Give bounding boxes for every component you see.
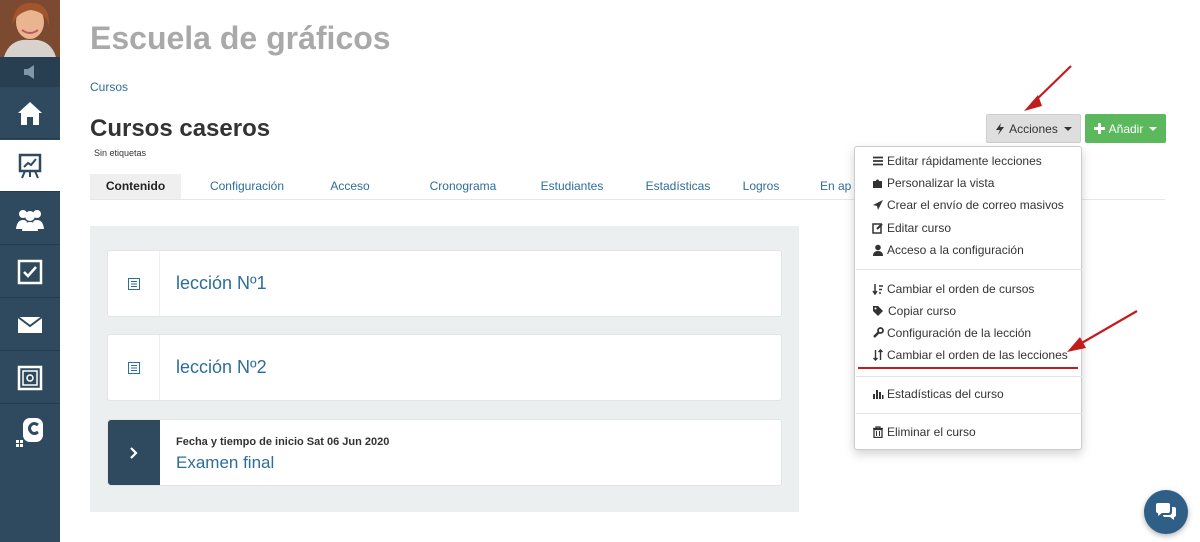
tags-icon — [873, 306, 883, 316]
chat-button[interactable] — [1144, 490, 1188, 534]
menu-item-label: Cambiar el orden de cursos — [887, 282, 1035, 296]
menu-item-label: Editar rápidamente lecciones — [887, 154, 1042, 168]
menu-item-customize-view[interactable]: Personalizar la vista — [872, 175, 994, 191]
avatar[interactable] — [0, 0, 60, 57]
menu-item-mass-mailing[interactable]: Crear el envío de correo masivos — [872, 197, 1064, 213]
chevron-right-icon — [130, 446, 138, 459]
menu-item-label: Cambiar el orden de las lecciones — [887, 348, 1068, 362]
lesson-icon-cell — [108, 251, 160, 316]
sidebar-item-courses[interactable] — [0, 140, 60, 192]
menu-item-delete-course[interactable]: Eliminar el curso — [872, 424, 976, 440]
safe-icon — [17, 365, 43, 390]
menu-item-label: Copiar curso — [888, 304, 957, 318]
bar-chart-icon — [873, 390, 884, 399]
menu-item-label: Personalizar la vista — [887, 176, 995, 190]
actions-dropdown-menu: Editar rápidamente lecciones Personaliza… — [854, 146, 1082, 450]
chat-bubbles-icon — [1156, 503, 1176, 520]
exam-expand-cell[interactable] — [108, 420, 160, 485]
actions-button[interactable]: Acciones — [986, 114, 1081, 143]
edit-icon — [872, 223, 883, 234]
document-list-icon — [127, 277, 140, 290]
add-button-label: Añadir — [1108, 121, 1144, 136]
lesson-card[interactable]: lección Nº2 — [107, 334, 782, 401]
annotation-underline — [858, 367, 1078, 369]
trash-icon — [873, 426, 883, 438]
add-button[interactable]: Añadir — [1085, 114, 1166, 143]
actions-button-label: Acciones — [1009, 121, 1058, 136]
menu-item-label: Estadísticas del curso — [887, 387, 1004, 401]
sidebar — [0, 0, 60, 542]
menu-item-edit-course[interactable]: Editar curso — [872, 220, 951, 236]
tab-estudiantes[interactable]: Estudiantes — [522, 174, 622, 199]
lesson-title[interactable]: lección Nº1 — [176, 273, 267, 294]
sidebar-item-mail[interactable] — [0, 299, 60, 351]
tab-estadisticas[interactable]: Estadísticas — [628, 174, 728, 199]
exam-start-date: Fecha y tiempo de inicio Sat 06 Jun 2020 — [176, 436, 390, 448]
tags-label: Sin etiquetas — [94, 148, 147, 158]
paper-plane-icon — [873, 200, 883, 210]
lesson-card[interactable]: lección Nº1 — [107, 250, 782, 317]
menu-item-reorder-courses[interactable]: Cambiar el orden de cursos — [872, 281, 1034, 297]
tab-logros[interactable]: Logros — [733, 174, 789, 199]
document-list-icon — [127, 361, 140, 374]
puzzle-icon — [873, 179, 882, 188]
list-icon — [873, 156, 883, 166]
school-title: Escuela de gráficos — [90, 20, 391, 56]
tab-contenido[interactable]: Contenido — [90, 174, 181, 199]
lesson-title[interactable]: lección Nº2 — [176, 357, 267, 378]
menu-item-course-statistics[interactable]: Estadísticas del curso — [872, 386, 1004, 402]
menu-item-label: Crear el envío de correo masivos — [887, 198, 1064, 212]
sidebar-item-users[interactable] — [0, 193, 60, 245]
tab-acceso[interactable]: Acceso — [322, 174, 378, 199]
sidebar-item-brand[interactable] — [0, 405, 60, 457]
menu-item-access-settings[interactable]: Acceso a la configuración — [872, 242, 1024, 258]
menu-item-lesson-settings[interactable]: Configuración de la lección — [872, 325, 1031, 341]
sidebar-item-home[interactable] — [0, 87, 60, 139]
sidebar-item-tasks[interactable] — [0, 246, 60, 298]
checkbox-icon — [17, 259, 43, 284]
wrench-icon — [873, 327, 884, 338]
tab-cronograma[interactable]: Cronograma — [410, 174, 516, 199]
exam-card[interactable]: Fecha y tiempo de inicio Sat 06 Jun 2020… — [107, 419, 782, 486]
menu-item-label: Eliminar el curso — [887, 425, 976, 439]
envelope-icon — [17, 315, 43, 333]
tab-configuracion[interactable]: Configuración — [200, 174, 294, 199]
plus-icon — [1093, 123, 1105, 134]
menu-item-quick-edit-lessons[interactable]: Editar rápidamente lecciones — [872, 153, 1042, 169]
menu-item-label: Editar curso — [887, 221, 952, 235]
menu-divider — [856, 376, 1082, 377]
megaphone-icon — [24, 65, 34, 79]
lessons-panel: lección Nº1 lección Nº2 Fecha y tiempo d… — [90, 226, 799, 512]
lesson-icon-cell — [108, 335, 160, 400]
breadcrumb[interactable]: Cursos — [90, 80, 128, 94]
brand-logo-icon — [16, 418, 43, 447]
menu-divider — [856, 269, 1082, 270]
sort-icon — [872, 284, 883, 295]
announcement-toggle[interactable] — [0, 57, 60, 87]
presentation-chart-icon — [18, 153, 42, 178]
annotation-arrow-actions — [1024, 65, 1072, 111]
menu-divider — [856, 413, 1082, 414]
caret-down-icon — [1063, 126, 1072, 131]
page-title: Cursos caseros — [90, 115, 271, 142]
user-icon — [873, 244, 883, 256]
menu-item-label: Configuración de la lección — [887, 326, 1032, 340]
users-icon — [16, 209, 44, 231]
home-icon — [18, 101, 42, 125]
lightning-icon — [996, 122, 1005, 135]
menu-item-reorder-lessons[interactable]: Cambiar el orden de las lecciones — [872, 347, 1068, 363]
exam-title[interactable]: Examen final — [176, 453, 274, 473]
sort-arrows-icon — [873, 349, 883, 361]
menu-item-label: Acceso a la configuración — [887, 243, 1024, 257]
sidebar-item-safe[interactable] — [0, 352, 60, 404]
menu-item-copy-course[interactable]: Copiar curso — [872, 303, 956, 319]
caret-down-icon — [1149, 126, 1158, 131]
